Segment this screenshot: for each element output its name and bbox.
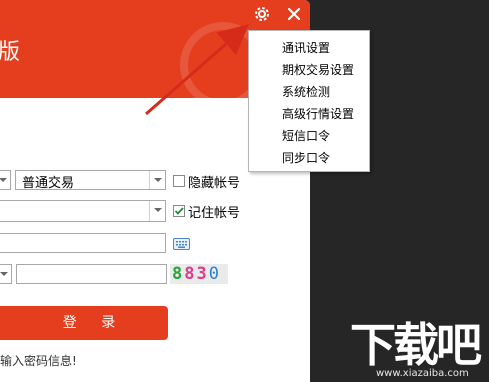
watermark-text: 下载吧: [350, 318, 482, 372]
watermark-url: www.xiazaiba.com: [376, 368, 469, 379]
site-watermark: 下载吧 www.xiazaiba.com: [350, 318, 489, 382]
